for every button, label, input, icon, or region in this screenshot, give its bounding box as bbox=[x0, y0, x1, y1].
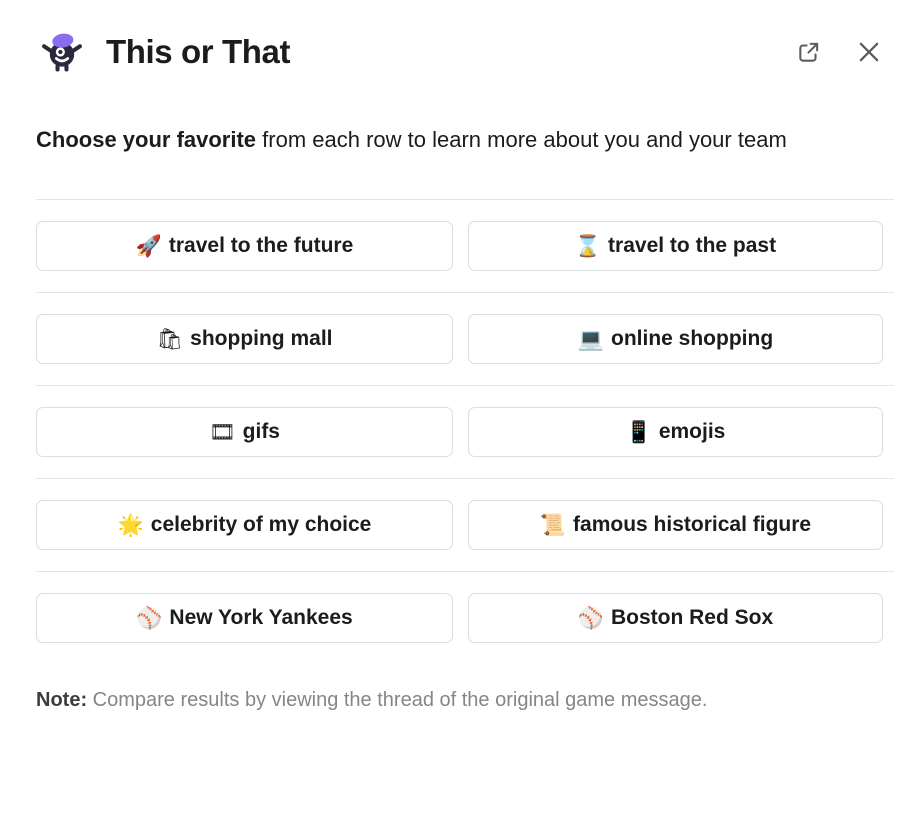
shopping-bags-emoji: 🛍 bbox=[156, 326, 184, 351]
choice-button-famous-historical-figure[interactable]: 📜 famous historical figure bbox=[468, 500, 883, 550]
choice-button-gifs[interactable]: 🎞 gifs bbox=[36, 407, 453, 457]
choice-row: 🎞 gifs 📱 emojis bbox=[36, 386, 894, 478]
choice-label: travel to the future bbox=[168, 234, 354, 257]
choice-button-travel-to-the-past[interactable]: ⌛ travel to the past bbox=[468, 221, 883, 271]
note-rest: Compare results by viewing the thread of… bbox=[87, 689, 708, 711]
mobile-phone-emoji: 📱 bbox=[625, 419, 652, 444]
laptop-emoji: 💻 bbox=[577, 326, 604, 351]
close-button[interactable] bbox=[852, 35, 886, 69]
intro-rest: from each row to learn more about you an… bbox=[256, 127, 787, 152]
choice-button-emojis[interactable]: 📱 emojis bbox=[468, 407, 883, 457]
choice-button-new-york-yankees[interactable]: ⚾ New York Yankees bbox=[36, 593, 453, 643]
open-in-new-icon bbox=[796, 39, 822, 65]
choice-label: online shopping bbox=[611, 327, 774, 350]
choice-label: shopping mall bbox=[190, 327, 333, 350]
footer-note: Note: Compare results by viewing the thr… bbox=[36, 664, 894, 730]
choice-row: 🚀 travel to the future ⌛ travel to the p… bbox=[36, 200, 894, 292]
this-or-that-modal: This or That Choose your favorite from e… bbox=[0, 0, 922, 824]
page-title: This or That bbox=[106, 32, 291, 70]
choice-label: emojis bbox=[658, 420, 726, 443]
modal-body: Choose your favorite from each row to le… bbox=[0, 86, 922, 824]
baseball-emoji: ⚾ bbox=[577, 605, 604, 630]
choice-row: 🌟 celebrity of my choice 📜 famous histor… bbox=[36, 479, 894, 571]
choice-label: New York Yankees bbox=[169, 606, 353, 629]
note-bold: Note: bbox=[36, 689, 88, 711]
choice-button-boston-red-sox[interactable]: ⚾ Boston Red Sox bbox=[468, 593, 883, 643]
glowing-star-emoji: 🌟 bbox=[117, 512, 144, 537]
choice-button-shopping-mall[interactable]: 🛍 shopping mall bbox=[36, 314, 453, 364]
choice-button-travel-to-the-future[interactable]: 🚀 travel to the future bbox=[36, 221, 453, 271]
film-frames-emoji: 🎞 bbox=[208, 419, 236, 444]
rocket-emoji: 🚀 bbox=[135, 233, 162, 258]
choice-row: 🛍 shopping mall 💻 online shopping bbox=[36, 293, 894, 385]
choice-button-online-shopping[interactable]: 💻 online shopping bbox=[468, 314, 883, 364]
choice-button-celebrity-of-my-choice[interactable]: 🌟 celebrity of my choice bbox=[36, 500, 453, 550]
intro-text: Choose your favorite from each row to le… bbox=[36, 86, 894, 160]
choice-row: ⚾ New York Yankees ⚾ Boston Red Sox bbox=[36, 572, 894, 664]
intro-bold: Choose your favorite bbox=[36, 127, 257, 152]
header-actions bbox=[792, 35, 892, 69]
choice-label: Boston Red Sox bbox=[610, 606, 774, 629]
scroll-emoji: 📜 bbox=[539, 512, 567, 537]
close-icon bbox=[855, 38, 883, 66]
choice-label: famous historical figure bbox=[573, 513, 812, 536]
choice-label: travel to the past bbox=[608, 234, 777, 257]
modal-header: This or That bbox=[0, 0, 922, 86]
open-in-new-button[interactable] bbox=[792, 35, 826, 69]
hourglass-emoji: ⌛ bbox=[574, 233, 602, 258]
choice-label: gifs bbox=[242, 420, 280, 443]
monster-avatar-icon bbox=[42, 33, 82, 72]
choice-label: celebrity of my choice bbox=[150, 513, 372, 536]
baseball-emoji: ⚾ bbox=[136, 605, 163, 630]
